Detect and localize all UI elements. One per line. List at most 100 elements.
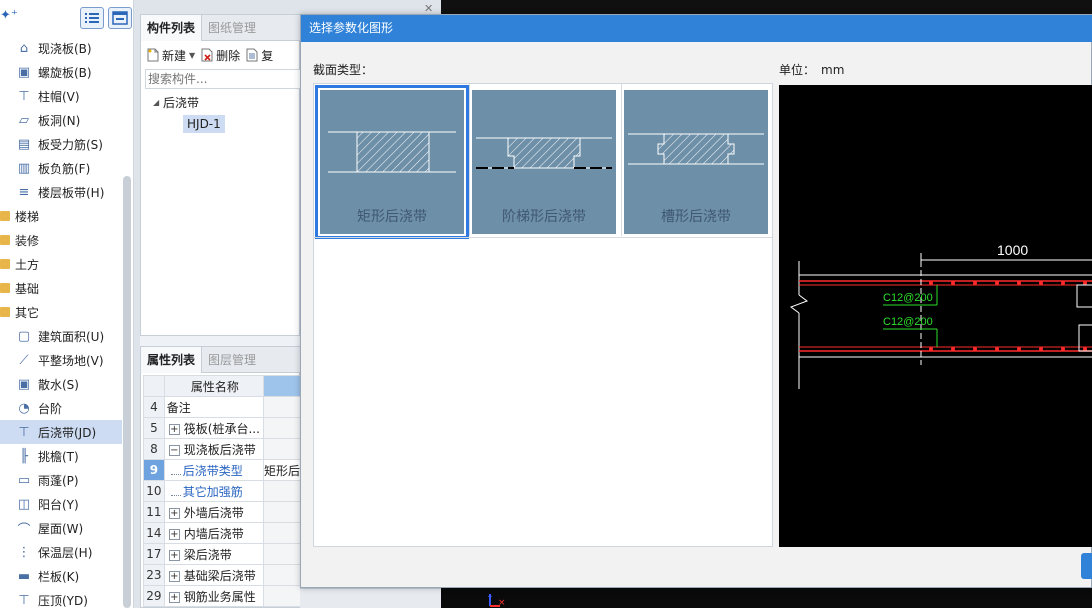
- property-name-cell: + 基础梁后浇带: [163, 564, 264, 586]
- sparkle-plus-icon[interactable]: ✦⁺: [0, 8, 18, 23]
- tree-item[interactable]: ◔ 台阶: [0, 396, 122, 420]
- dropdown-arrow-icon[interactable]: ▼: [189, 51, 195, 60]
- tree-node-hjd-1[interactable]: HJD-1: [141, 113, 301, 135]
- property-value-cell[interactable]: [262, 438, 302, 460]
- property-row[interactable]: 14 + 内墙后浇带: [143, 522, 302, 544]
- rebar-dot: [1039, 347, 1043, 351]
- component-tabs: 构件列表 图纸管理: [141, 15, 301, 41]
- collapse-triangle-icon[interactable]: ◢: [153, 98, 163, 107]
- property-table: 属性名称 4 备注 5 + 筏板(桩承台... 8− 现浇板后浇带 9 后浇带类型 矩形后 10 其它…: [143, 375, 302, 607]
- new-label: 新建: [162, 48, 187, 63]
- tree-item-label: 现浇板(B): [38, 41, 92, 56]
- tree-item[interactable]: ▱ 板洞(N): [0, 108, 122, 132]
- tree-item[interactable]: ▭ 雨蓬(P): [0, 468, 122, 492]
- row-number: 14: [143, 522, 165, 544]
- row-number: 4: [143, 396, 165, 418]
- property-name-cell: 备注: [163, 396, 264, 418]
- property-name: 基础梁后浇带: [183, 568, 256, 583]
- tree-item-label: 板负筋(F): [38, 161, 91, 176]
- property-tabs: 属性列表 图层管理: [141, 347, 301, 373]
- left-scrollbar[interactable]: [123, 176, 131, 608]
- tree-item[interactable]: ▣ 散水(S): [0, 372, 122, 396]
- unit-value: mm: [821, 63, 845, 77]
- property-name-cell: + 内墙后浇带: [163, 522, 264, 544]
- tree-item[interactable]: ⌂ 现浇板(B): [0, 36, 122, 60]
- tree-item[interactable]: 楼梯: [0, 204, 122, 228]
- copy-button[interactable]: 复: [246, 47, 273, 64]
- detail-view-button[interactable]: [108, 7, 132, 29]
- card-divider: [469, 84, 470, 236]
- property-row[interactable]: 8− 现浇板后浇带: [143, 438, 302, 460]
- tree-item[interactable]: 其它: [0, 300, 122, 324]
- property-value-cell[interactable]: [262, 480, 302, 502]
- property-row[interactable]: 29 + 钢筋业务属性: [143, 585, 302, 607]
- property-row[interactable]: 5 + 筏板(桩承台...: [143, 417, 302, 439]
- property-value-cell[interactable]: [262, 522, 302, 544]
- property-row[interactable]: 11 + 外墙后浇带: [143, 501, 302, 523]
- left-toolbar: ✦⁺: [0, 0, 133, 34]
- tab-drawing-management[interactable]: 图纸管理: [202, 15, 262, 41]
- header-num-cell: [143, 375, 165, 397]
- expand-icon[interactable]: +: [168, 528, 180, 540]
- unit-label: 单位： mm: [779, 61, 844, 78]
- property-value-cell[interactable]: [262, 585, 302, 607]
- tree-item-label: 板洞(N): [38, 113, 81, 128]
- tree-item[interactable]: 基础: [0, 276, 122, 300]
- property-value-cell[interactable]: [262, 543, 302, 565]
- expand-icon[interactable]: +: [168, 507, 180, 519]
- tree-item[interactable]: 装修: [0, 228, 122, 252]
- expand-icon[interactable]: +: [168, 423, 180, 435]
- property-row[interactable]: 10 其它加强筋: [143, 480, 302, 502]
- row-number: 9: [143, 459, 165, 481]
- tree-item[interactable]: 土方: [0, 252, 122, 276]
- tree-item[interactable]: ⊤ 柱帽(V): [0, 84, 122, 108]
- property-value-cell[interactable]: 矩形后: [262, 459, 302, 481]
- tree-item[interactable]: ▤ 板受力筋(S): [0, 132, 122, 156]
- tab-property-list[interactable]: 属性列表: [141, 347, 203, 373]
- tab-component-list[interactable]: 构件列表: [141, 15, 203, 41]
- tree-item[interactable]: ⌒ 屋面(W): [0, 516, 122, 540]
- component-toolbar: 新建 ▼ 删除 复: [141, 43, 301, 67]
- tree-item-label: 阳台(Y): [38, 497, 79, 512]
- tree-item[interactable]: ≡ 楼层板带(H): [0, 180, 122, 204]
- copy-icon: [246, 48, 258, 62]
- expand-icon[interactable]: +: [168, 570, 180, 582]
- rebar-dot: [1083, 347, 1087, 351]
- property-value-cell[interactable]: [262, 501, 302, 523]
- property-value-cell[interactable]: [262, 417, 302, 439]
- tree-item[interactable]: ╟ 挑檐(T): [0, 444, 122, 468]
- new-button[interactable]: 新建 ▼: [147, 47, 195, 64]
- shape-card-rectangular[interactable]: 矩形后浇带: [315, 85, 469, 239]
- tab-layer-management[interactable]: 图层管理: [202, 347, 262, 373]
- property-row[interactable]: 17 + 梁后浇带: [143, 543, 302, 565]
- tree-node-post-cast-strip[interactable]: ◢ 后浇带: [141, 91, 301, 113]
- tree-item[interactable]: ▣ 螺旋板(B): [0, 60, 122, 84]
- property-row[interactable]: 4 备注: [143, 396, 302, 418]
- list-view-button[interactable]: [80, 7, 104, 29]
- property-value-cell[interactable]: [262, 564, 302, 586]
- tree-item[interactable]: ⊤ 后浇带(JD): [0, 420, 122, 444]
- axis-icon: ×: [488, 594, 506, 608]
- expand-icon[interactable]: +: [168, 591, 180, 603]
- property-value-cell[interactable]: [262, 396, 302, 418]
- tree-item-label: 柱帽(V): [38, 89, 80, 104]
- property-row[interactable]: 23 + 基础梁后浇带: [143, 564, 302, 586]
- tree-item[interactable]: ▥ 板负筋(F): [0, 156, 122, 180]
- ok-button[interactable]: [1081, 553, 1092, 579]
- rebar-dot: [1083, 281, 1087, 285]
- tree-item[interactable]: ▢ 建筑面积(U): [0, 324, 122, 348]
- tree-item[interactable]: ▬ 栏板(K): [0, 564, 122, 588]
- collapse-icon[interactable]: −: [168, 444, 180, 456]
- tree-item[interactable]: ⟋ 平整场地(V): [0, 348, 122, 372]
- tree-item[interactable]: ⊤ 压顶(YD): [0, 588, 122, 608]
- shape-card-groove[interactable]: 槽形后浇带: [624, 90, 768, 234]
- tree-item[interactable]: ⋮ 保温层(H): [0, 540, 122, 564]
- cad-preview: 1000 C12@200 C12@200: [779, 85, 1092, 547]
- tree-item[interactable]: ◫ 阳台(Y): [0, 492, 122, 516]
- shape-card-stepped[interactable]: 阶梯形后浇带: [472, 90, 616, 234]
- delete-button[interactable]: 删除: [201, 47, 240, 64]
- component-search-input[interactable]: [145, 69, 301, 89]
- parapet-icon: ▬: [17, 568, 31, 584]
- property-row[interactable]: 9 后浇带类型 矩形后: [143, 459, 302, 481]
- expand-icon[interactable]: +: [168, 549, 180, 561]
